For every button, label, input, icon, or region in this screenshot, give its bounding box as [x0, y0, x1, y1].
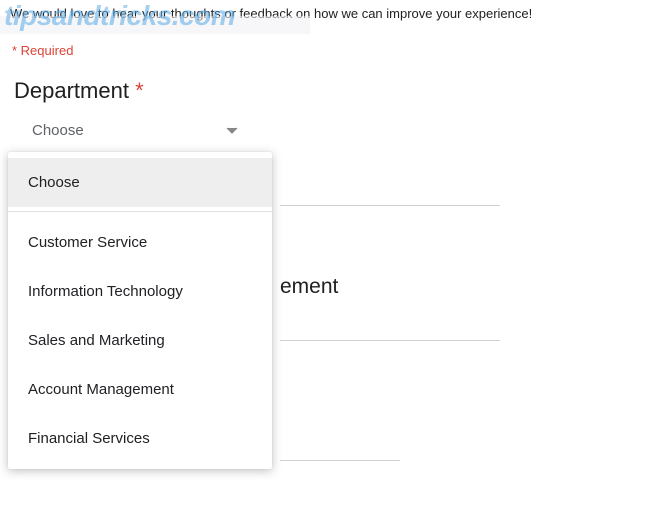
dropdown-option-account-management[interactable]: Account Management: [8, 365, 272, 414]
dropdown-option-customer-service[interactable]: Customer Service: [8, 218, 272, 267]
dropdown-option-information-technology[interactable]: Information Technology: [8, 267, 272, 316]
bg-divider-2: [280, 340, 500, 341]
dropdown-option-sales-marketing[interactable]: Sales and Marketing: [8, 316, 272, 365]
required-indicator: * Required: [12, 43, 644, 58]
chevron-down-icon: [226, 127, 238, 135]
dropdown-divider: [8, 211, 272, 212]
required-asterisk: *: [135, 78, 144, 103]
background-text-partial: ement: [280, 275, 338, 299]
bg-divider-1: [280, 205, 500, 206]
dropdown-option-placeholder[interactable]: Choose: [8, 158, 272, 207]
question-label-department: Department *: [14, 78, 644, 104]
department-select[interactable]: Choose: [16, 112, 246, 149]
dropdown-option-financial-services[interactable]: Financial Services: [8, 414, 272, 463]
bg-divider-3: [280, 460, 400, 461]
select-value: Choose: [32, 122, 84, 139]
form-description: We would love to hear your thoughts or f…: [10, 6, 644, 21]
question-text: Department: [14, 78, 129, 103]
department-dropdown-panel: Choose Customer Service Information Tech…: [8, 152, 272, 469]
